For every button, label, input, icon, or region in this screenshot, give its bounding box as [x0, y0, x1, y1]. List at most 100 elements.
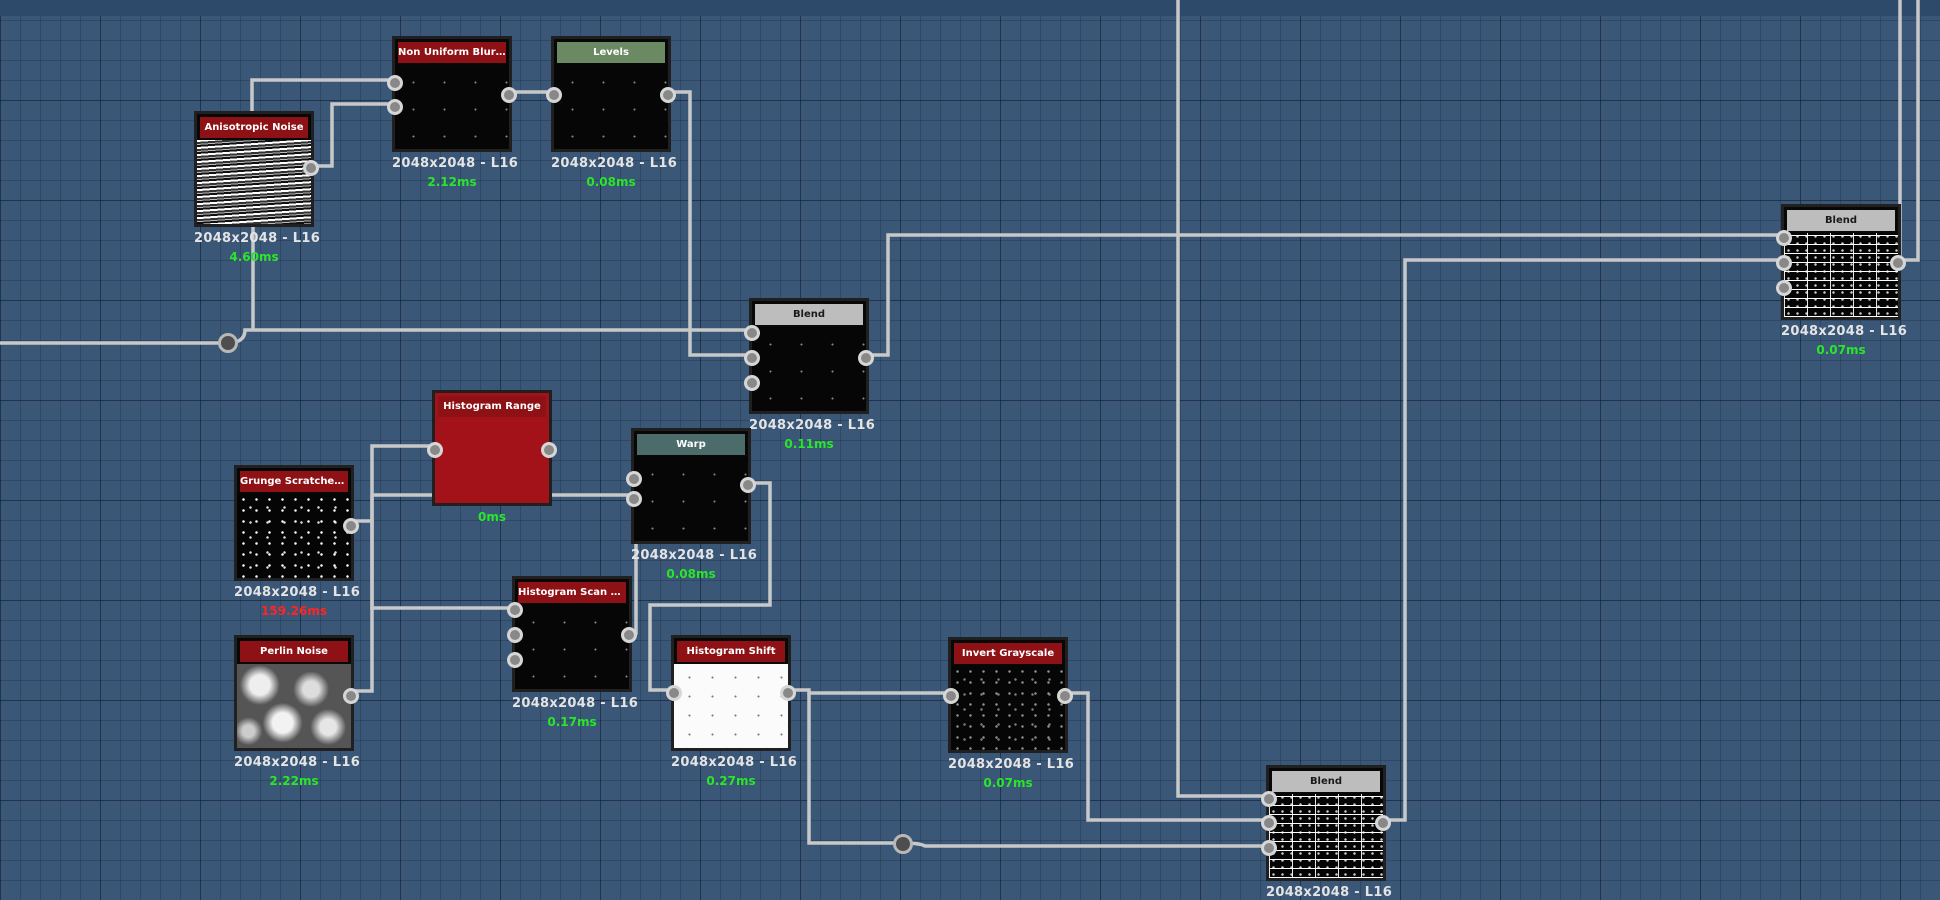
node-time: 0.08ms [586, 175, 636, 189]
wire [901, 841, 1270, 848]
output-port[interactable] [343, 688, 359, 704]
node-preview [1269, 794, 1383, 878]
node-preview [395, 65, 509, 149]
node-preview [752, 327, 866, 411]
output-port[interactable] [343, 518, 359, 534]
output-port[interactable] [501, 87, 517, 103]
node-time: 0.17ms [547, 715, 597, 729]
node-histogram-shift[interactable]: Histogram Shift 2048x2048 - L16 0.27ms [666, 635, 797, 788]
reroute-dot[interactable] [218, 333, 238, 353]
node-title: Warp [637, 434, 745, 455]
wire [308, 102, 395, 168]
node-resolution: 2048x2048 - L16 [948, 757, 1075, 772]
node-levels[interactable]: Levels 2048x2048 - L16 0.08ms [546, 36, 677, 189]
output-port[interactable] [1890, 255, 1906, 271]
input-port[interactable] [387, 99, 403, 115]
output-port[interactable] [780, 685, 796, 701]
input-port[interactable] [1776, 280, 1792, 296]
node-title: Histogram Shift [677, 641, 785, 662]
wire [1382, 258, 1785, 822]
input-port[interactable] [666, 685, 682, 701]
node-resolution: 2048x2048 - L16 [1781, 324, 1908, 339]
input-port[interactable] [546, 87, 562, 103]
node-time: 0.07ms [1816, 343, 1866, 357]
node-resolution: 2048x2048 - L16 [234, 585, 361, 600]
node-time: 159.26ms [261, 604, 327, 618]
node-blend[interactable]: Blend 2048x2048 - L16 [1261, 765, 1393, 900]
output-port[interactable] [858, 350, 874, 366]
node-invert-grayscale[interactable]: Invert Grayscale 2048x2048 - L16 0.07ms [943, 637, 1075, 790]
node-preview [237, 494, 351, 578]
node-title: Invert Grayscale [954, 643, 1062, 664]
node-preview [674, 664, 788, 748]
node-time: 2.22ms [269, 774, 319, 788]
wire [786, 688, 953, 695]
node-histogram-scan-non-uniform[interactable]: Histogram Scan Non-U... 2048x2048 - L16 … [507, 576, 639, 729]
node-non-uniform-blur[interactable]: Non Uniform Blur Gray... 2048x2048 - L16… [387, 36, 519, 189]
output-port[interactable] [303, 160, 319, 176]
input-port[interactable] [744, 375, 760, 391]
reroute-dot[interactable] [893, 834, 913, 854]
input-port[interactable] [1261, 840, 1277, 856]
output-port[interactable] [621, 627, 637, 643]
node-resolution: 2048x2048 - L16 [392, 156, 519, 171]
output-port[interactable] [660, 87, 676, 103]
node-title: Levels [557, 42, 665, 63]
node-histogram-range[interactable]: Histogram Range 0ms [427, 390, 557, 524]
input-port[interactable] [626, 491, 642, 507]
output-port[interactable] [740, 477, 756, 493]
wire [668, 90, 753, 357]
wire [1063, 691, 1270, 822]
input-port[interactable] [1776, 255, 1792, 271]
node-title: Anisotropic Noise [200, 117, 308, 138]
node-title: Histogram Range [438, 396, 546, 417]
output-port[interactable] [1057, 688, 1073, 704]
input-port[interactable] [744, 350, 760, 366]
node-title: Non Uniform Blur Gray... [398, 42, 506, 63]
input-port[interactable] [507, 602, 523, 618]
input-port[interactable] [1261, 815, 1277, 831]
input-port[interactable] [1776, 230, 1792, 246]
node-warp[interactable]: Warp 2048x2048 - L16 0.08ms [626, 428, 758, 581]
node-anisotropic-noise[interactable]: Anisotropic Noise 2048x2048 - L16 4.60ms [194, 111, 320, 264]
input-port[interactable] [943, 688, 959, 704]
node-resolution: 2048x2048 - L16 [234, 755, 361, 770]
node-title: Histogram Scan Non-U... [518, 582, 626, 603]
node-blend[interactable]: Blend 2048x2048 - L16 0.11ms [744, 298, 875, 451]
node-preview [1784, 233, 1898, 317]
output-port[interactable] [541, 442, 557, 458]
node-time: 4.60ms [229, 250, 279, 264]
wire [226, 328, 753, 345]
node-preview [634, 457, 748, 541]
node-time: 0.07ms [983, 776, 1033, 790]
input-port[interactable] [1261, 791, 1277, 807]
input-port[interactable] [507, 627, 523, 643]
node-resolution: 2048x2048 - L16 [1266, 885, 1393, 900]
node-preview [515, 605, 629, 689]
wire [250, 78, 395, 113]
input-port[interactable] [427, 442, 443, 458]
node-title: Grunge Scratches Rough [240, 471, 348, 492]
node-title: Perlin Noise [240, 641, 348, 662]
node-time: 0.08ms [666, 567, 716, 581]
node-resolution: 2048x2048 - L16 [512, 696, 639, 711]
node-perlin-noise[interactable]: Perlin Noise 2048x2048 - L16 2.22ms [234, 635, 361, 788]
node-preview [197, 140, 311, 224]
node-blend[interactable]: Blend 2048x2048 - L16 0.07ms [1776, 204, 1908, 357]
node-time: 0ms [478, 510, 506, 524]
node-grunge-scratches-rough[interactable]: Grunge Scratches Rough 2048x2048 - L16 1… [234, 465, 361, 618]
node-time: 0.27ms [706, 774, 756, 788]
input-port[interactable] [744, 325, 760, 341]
output-port[interactable] [1375, 815, 1391, 831]
node-preview [237, 664, 351, 748]
input-port[interactable] [387, 75, 403, 91]
node-time: 2.12ms [427, 175, 477, 189]
input-port[interactable] [626, 471, 642, 487]
wire [351, 444, 438, 523]
wire [351, 520, 374, 693]
input-port[interactable] [507, 652, 523, 668]
node-title: Blend [1272, 771, 1380, 792]
node-title: Blend [755, 304, 863, 325]
node-resolution: 2048x2048 - L16 [631, 548, 758, 563]
node-title: Blend [1787, 210, 1895, 231]
